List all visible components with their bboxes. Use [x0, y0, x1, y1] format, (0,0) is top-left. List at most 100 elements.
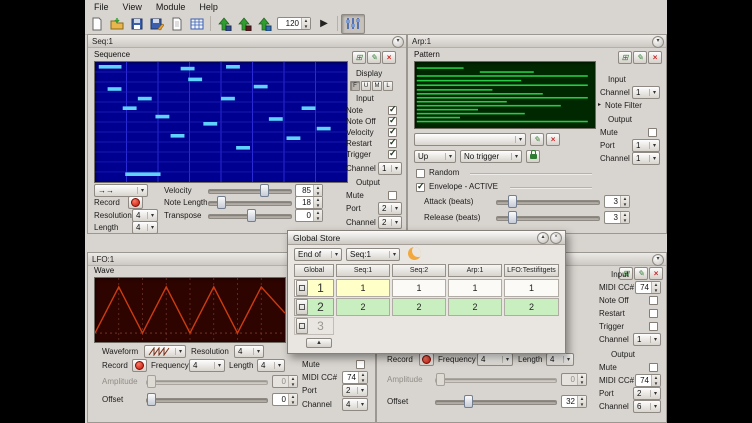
expand-arrow-icon[interactable]: ▸: [598, 101, 601, 108]
new-window-button[interactable]: [167, 14, 187, 34]
attack-spinbox[interactable]: 3▲▼: [604, 195, 630, 208]
input-channel-combo[interactable]: 1▾: [633, 333, 661, 346]
event-log-button[interactable]: [187, 14, 207, 34]
spinner-arrows-icon[interactable]: ▲▼: [313, 197, 322, 208]
waveform-combo[interactable]: ▾: [144, 345, 186, 358]
store-row-global[interactable]: 2: [294, 298, 334, 316]
store-column-seq2[interactable]: Seq:2: [392, 264, 446, 277]
output-channel-combo[interactable]: 4▾: [342, 398, 368, 411]
mute-checkbox[interactable]: [648, 128, 657, 137]
store-column-global[interactable]: Global: [294, 264, 334, 277]
restart-checkbox[interactable]: [388, 139, 397, 148]
menu-view[interactable]: View: [116, 1, 149, 13]
store-cell[interactable]: 1: [448, 279, 502, 297]
sequence-grid-display[interactable]: [94, 61, 348, 183]
zoom-upper-button[interactable]: U: [361, 81, 371, 91]
output-port-combo[interactable]: 2▾: [633, 387, 661, 400]
record-button[interactable]: [132, 359, 147, 372]
length-combo[interactable]: 4▾: [257, 359, 285, 372]
zoom-mid-button[interactable]: M: [372, 81, 382, 91]
output-port-combo[interactable]: 1▾: [632, 139, 660, 152]
panel-collapse-button[interactable]: ▾: [392, 36, 404, 48]
wave-display[interactable]: [94, 277, 286, 343]
spinner-arrows-icon[interactable]: ▲▼: [301, 18, 310, 29]
store-row-global[interactable]: 3: [294, 317, 334, 335]
dialog-shade-button[interactable]: ▴: [537, 232, 549, 244]
spinner-arrows-icon[interactable]: ▲▼: [577, 396, 586, 407]
midi-clock-toggle[interactable]: [341, 14, 365, 34]
store-cell[interactable]: 2: [336, 298, 390, 316]
spinner-arrows-icon[interactable]: ▲▼: [358, 372, 367, 383]
transpose-spinbox[interactable]: 0▲▼: [295, 209, 323, 222]
frequency-combo[interactable]: 4▾: [189, 359, 225, 372]
add-arp-button[interactable]: [214, 14, 234, 34]
store-cell[interactable]: 2: [504, 298, 559, 316]
spinner-arrows-icon[interactable]: ▲▼: [313, 185, 322, 196]
transpose-slider[interactable]: [208, 209, 292, 221]
trigger-checkbox[interactable]: [649, 322, 658, 331]
store-column-seq1[interactable]: Seq:1: [336, 264, 390, 277]
store-slot-button[interactable]: [296, 299, 308, 315]
clone-module-button[interactable]: ⊞: [618, 51, 632, 64]
store-cell[interactable]: 2: [392, 298, 446, 316]
add-lfo-button[interactable]: [234, 14, 254, 34]
store-cell[interactable]: 2: [448, 298, 502, 316]
store-scroll-up-button[interactable]: ▲: [306, 338, 332, 348]
store-cell[interactable]: 1: [504, 279, 559, 297]
play-button[interactable]: ▶: [314, 14, 334, 34]
release-spinbox[interactable]: 3▲▼: [604, 211, 630, 224]
trigger-checkbox[interactable]: [388, 150, 397, 159]
spinner-arrows-icon[interactable]: ▲▼: [313, 210, 322, 221]
arp-panel-header[interactable]: Arp:1 ▾: [408, 35, 666, 48]
note-off-checkbox[interactable]: [388, 117, 397, 126]
note-checkbox[interactable]: [388, 106, 397, 115]
length-combo[interactable]: 4▾: [132, 221, 158, 234]
output-midi-cc-spinbox[interactable]: 74▲▼: [635, 374, 661, 387]
spinner-arrows-icon[interactable]: ▲▼: [620, 196, 629, 207]
record-button[interactable]: [419, 353, 434, 366]
menu-help[interactable]: Help: [192, 1, 225, 13]
velocity-checkbox[interactable]: [388, 128, 397, 137]
save-file-button[interactable]: [127, 14, 147, 34]
rename-module-button[interactable]: ✎: [367, 51, 381, 64]
offset-spinbox[interactable]: 32▲▼: [561, 395, 587, 408]
pattern-preset-combo[interactable]: ▾: [414, 133, 526, 146]
latch-mode-button[interactable]: [526, 150, 540, 163]
open-file-button[interactable]: [107, 14, 127, 34]
mute-checkbox[interactable]: [649, 363, 658, 372]
resolution-combo[interactable]: 4▾: [234, 345, 264, 358]
record-button[interactable]: [128, 196, 143, 209]
output-channel-combo[interactable]: 2▾: [378, 216, 402, 229]
midi-cc-spinbox[interactable]: 74▲▼: [342, 371, 368, 384]
tempo-spinbox[interactable]: 120 ▲▼: [277, 17, 311, 30]
dialog-close-button[interactable]: ×: [550, 232, 562, 244]
menu-module[interactable]: Module: [149, 1, 193, 13]
output-port-combo[interactable]: 2▾: [342, 384, 368, 397]
new-file-button[interactable]: [87, 14, 107, 34]
trigger-mode-combo[interactable]: No trigger▾: [460, 150, 522, 163]
edit-pattern-button[interactable]: ✎: [530, 133, 544, 146]
mute-checkbox[interactable]: [356, 360, 365, 369]
delete-module-button[interactable]: ×: [648, 51, 662, 64]
zoom-full-button[interactable]: F: [350, 81, 360, 91]
length-combo[interactable]: 4▾: [546, 353, 574, 366]
clone-module-button[interactable]: ⊞: [352, 51, 366, 64]
note-length-spinbox[interactable]: 18▲▼: [295, 196, 323, 209]
mute-checkbox[interactable]: [388, 191, 397, 200]
input-midi-cc-spinbox[interactable]: 74▲▼: [635, 281, 661, 294]
velocity-slider[interactable]: [208, 184, 292, 196]
dialog-titlebar[interactable]: Global Store ▴ ×: [288, 231, 565, 245]
store-target-combo[interactable]: Seq:1▾: [346, 248, 400, 261]
add-seq-button[interactable]: [254, 14, 274, 34]
panel-collapse-button[interactable]: ▾: [652, 36, 664, 48]
menu-file[interactable]: File: [87, 1, 116, 13]
store-slot-button[interactable]: [296, 280, 308, 296]
spinner-arrows-icon[interactable]: ▲▼: [651, 282, 660, 293]
output-channel-combo[interactable]: 1▾: [632, 152, 660, 165]
seq-panel-header[interactable]: Seq:1 ▾: [88, 35, 406, 48]
input-channel-combo[interactable]: 1▾: [378, 162, 402, 175]
spinner-arrows-icon[interactable]: ▲▼: [651, 375, 660, 386]
remove-pattern-button[interactable]: ×: [546, 133, 560, 146]
offset-slider[interactable]: [435, 395, 557, 407]
offset-slider[interactable]: [146, 393, 268, 405]
